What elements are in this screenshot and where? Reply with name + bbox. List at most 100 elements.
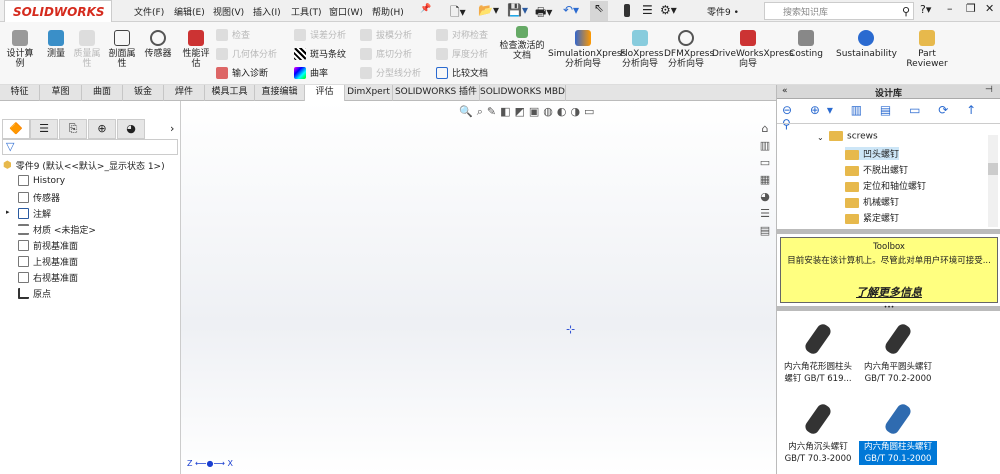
driveworksxpress-button[interactable]: DriveWorksXpress 向导 <box>712 30 794 69</box>
tree-item-right-plane[interactable]: 右视基准面 <box>18 271 78 284</box>
search-box[interactable]: 搜索知识库 ⚲ <box>764 2 914 20</box>
tree-item-annotations[interactable]: 注解 <box>18 207 51 220</box>
tab-solidworks-mbd[interactable]: SOLIDWORKS MBD <box>480 85 566 101</box>
menu-file[interactable]: 文件(F) <box>134 5 164 18</box>
check-active-document-button[interactable]: 检查激活的文档 <box>498 26 546 61</box>
pin-icon[interactable]: 📌 <box>420 4 431 14</box>
tab-mold-tools[interactable]: 模具工具 <box>205 85 255 101</box>
symmetry-check-button[interactable]: 对称检查 <box>436 28 488 41</box>
select-icon[interactable]: ⇖ <box>590 1 608 21</box>
tab-dimxpert[interactable]: DimXpert <box>345 85 393 101</box>
chevron-right-icon[interactable]: › <box>170 122 174 135</box>
file-properties-icon[interactable]: ☰ <box>642 3 653 17</box>
new-icon[interactable]: 🗋▾ <box>450 3 466 24</box>
menu-window[interactable]: 窗口(W) <box>329 5 363 18</box>
tab-sketch[interactable]: 草图 <box>40 85 82 101</box>
sensor-button[interactable]: 传感器 <box>142 30 174 59</box>
graphics-area[interactable]: 🔍⌕✎◧◩▣◍◐◑▭ ⊹ Z ⟵●⟶ X <box>181 101 776 474</box>
tree-item-history[interactable]: History <box>18 175 65 186</box>
folder-item[interactable]: 机械螺钉 <box>845 195 899 208</box>
check-button[interactable]: 检查 <box>216 28 250 41</box>
open-icon[interactable]: 📂▾ <box>478 3 499 17</box>
parting-line-analysis-button[interactable]: 分型线分析 <box>360 66 421 79</box>
expand-arrow-icon[interactable]: ▸ <box>6 208 10 216</box>
folder-item[interactable]: 不脱出螺钉 <box>845 163 908 176</box>
search-input[interactable]: 搜索知识库 <box>769 5 828 18</box>
splitter[interactable]: ••• <box>777 305 1000 311</box>
part-item[interactable]: 内六角沉头螺钉 GB/T 70.3-2000 <box>779 401 857 465</box>
menu-insert[interactable]: 插入(I) <box>253 5 281 18</box>
menu-edit[interactable]: 编辑(E) <box>174 5 205 18</box>
import-diagnostics-button[interactable]: 输入诊断 <box>216 66 268 79</box>
measure-button[interactable]: 测量 <box>42 30 70 59</box>
options-gear-icon[interactable]: ⚙▾ <box>660 3 677 17</box>
deviation-analysis-button[interactable]: 误差分析 <box>294 28 346 41</box>
restore-icon[interactable]: ❐ <box>966 2 976 15</box>
heads-up-view-toolbar[interactable]: 🔍⌕✎◧◩▣◍◐◑▭ <box>459 105 598 119</box>
menu-tools[interactable]: 工具(T) <box>291 5 322 18</box>
tab-surfaces[interactable]: 曲面 <box>82 85 123 101</box>
sustainability-button[interactable]: Sustainability <box>836 30 897 59</box>
part-item[interactable]: 内六角平圆头螺钉 GB/T 70.2-2000 <box>859 321 937 385</box>
menu-view[interactable]: 视图(V) <box>213 5 244 18</box>
display-manager-tab-icon[interactable]: ◕ <box>117 119 145 139</box>
property-manager-tab-icon[interactable]: ☰ <box>30 119 58 139</box>
tab-weldments[interactable]: 焊件 <box>164 85 205 101</box>
compare-documents-button[interactable]: 比较文档 <box>436 66 488 79</box>
close-icon[interactable]: ✕ <box>985 2 994 15</box>
floxpress-button[interactable]: FloXpress 分析向导 <box>620 30 663 69</box>
library-toolbar[interactable]: ⊖ ⊕▾ ▥ ▤ ▭ ⟳ ↑ ⚲ <box>782 103 1000 131</box>
draft-analysis-button[interactable]: 拔模分析 <box>360 28 412 41</box>
solidworks-logo[interactable]: SOLIDWORKS <box>4 0 112 24</box>
help-icon[interactable]: ?▾ <box>920 3 931 16</box>
mass-properties-button[interactable]: 质量属性 <box>72 30 102 69</box>
section-properties-button[interactable]: 剖面属性 <box>106 30 138 69</box>
folder-item[interactable]: 凹头螺钉 <box>845 147 900 160</box>
tree-item-origin[interactable]: 原点 <box>18 287 51 300</box>
tab-direct-editing[interactable]: 直接编辑 <box>255 85 305 101</box>
dfmxpress-button[interactable]: DFMXpress 分析向导 <box>664 30 714 69</box>
part-item[interactable]: 内六角花形圆柱头 螺钉 GB/T 619... <box>779 321 857 385</box>
tree-item-front-plane[interactable]: 前视基准面 <box>18 239 78 252</box>
pin-panel-icon[interactable]: ⊣ <box>985 85 993 95</box>
tree-root-part[interactable]: ⬢ 零件9 (默认<<默认>_显示状态 1>) <box>3 159 165 172</box>
filter-icon[interactable]: ▽ <box>2 139 178 155</box>
tab-features[interactable]: 特征 <box>0 85 40 101</box>
learn-more-link[interactable]: 了解更多信息 <box>781 284 997 300</box>
folder-screws[interactable]: screws <box>829 131 878 142</box>
collapse-icon[interactable]: « <box>782 86 788 96</box>
expand-chevron-icon[interactable]: ⌄ <box>817 133 824 142</box>
tab-evaluate[interactable]: 评估 <box>305 85 345 101</box>
tree-item-sensors[interactable]: 传感器 <box>18 191 60 204</box>
rebuild-icon[interactable] <box>624 4 630 17</box>
search-icon[interactable]: ⚲ <box>902 5 910 18</box>
minimize-icon[interactable]: – <box>947 2 953 15</box>
undo-icon[interactable]: ↶▾ <box>563 3 579 17</box>
print-icon[interactable]: 🖶▾ <box>535 3 552 24</box>
tab-sheet-metal[interactable]: 钣金 <box>123 85 164 101</box>
feature-manager-tab-icon[interactable]: 🔶 <box>2 119 30 139</box>
part-item-selected[interactable]: 内六角圆柱头螺钉 GB/T 70.1-2000 <box>859 401 937 465</box>
tree-item-top-plane[interactable]: 上视基准面 <box>18 255 78 268</box>
folder-item[interactable]: 定位和轴位螺钉 <box>845 179 926 192</box>
simulationxpress-button[interactable]: SimulationXpress 分析向导 <box>548 30 626 69</box>
tree-scrollbar[interactable] <box>988 135 998 227</box>
curvature-button[interactable]: 曲率 <box>294 66 328 79</box>
save-icon[interactable]: 💾▾ <box>507 3 528 17</box>
design-study-button[interactable]: 设计算例 <box>4 30 36 69</box>
task-pane-tabs[interactable]: ⌂ ▥ ▭ ▦ ◕ ☰ ▤ <box>756 120 774 240</box>
folder-item[interactable]: 紧定螺钉 <box>845 211 899 224</box>
undercut-analysis-button[interactable]: 底切分析 <box>360 47 412 60</box>
costing-button[interactable]: Costing <box>788 30 824 59</box>
configuration-manager-tab-icon[interactable]: ⎘ <box>59 119 87 139</box>
splitter[interactable] <box>777 229 1000 234</box>
tab-solidworks-addins[interactable]: SOLIDWORKS 插件 <box>393 85 480 101</box>
menu-help[interactable]: 帮助(H) <box>372 5 404 18</box>
part-reviewer-button[interactable]: Part Reviewer <box>904 30 950 69</box>
dimxpert-manager-tab-icon[interactable]: ⊕ <box>88 119 116 139</box>
thickness-analysis-button[interactable]: 厚度分析 <box>436 47 488 60</box>
tree-item-material[interactable]: 材质 <未指定> <box>18 223 96 236</box>
geometry-analysis-button[interactable]: 几何体分析 <box>216 47 277 60</box>
zebra-stripes-button[interactable]: 斑马条纹 <box>294 47 346 60</box>
performance-eval-button[interactable]: 性能评估 <box>180 30 212 69</box>
